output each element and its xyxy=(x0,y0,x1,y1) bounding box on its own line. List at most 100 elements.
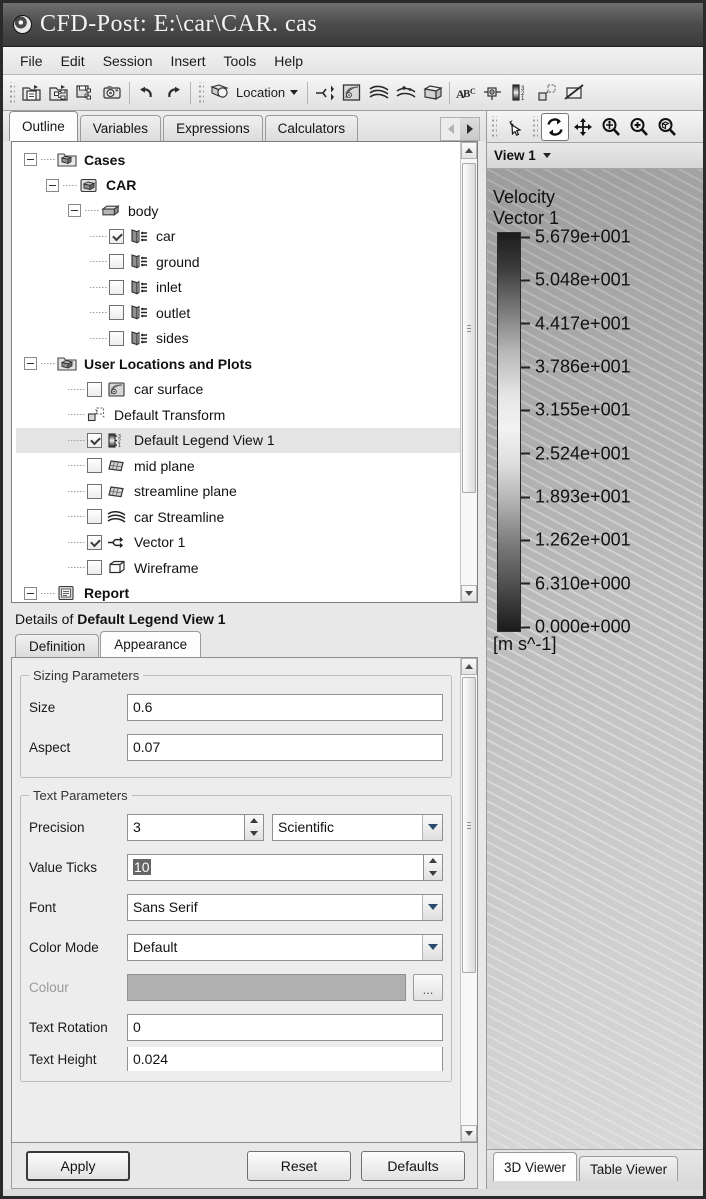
reset-button[interactable]: Reset xyxy=(247,1150,351,1181)
pan-icon[interactable] xyxy=(569,113,597,141)
outline-tree[interactable]: Cases CAR body car ground inlet outlet sides Use… xyxy=(12,142,460,602)
tab-3d-viewer[interactable]: 3D Viewer xyxy=(493,1152,578,1181)
tab-appearance[interactable]: Appearance xyxy=(100,631,202,657)
snapshot-camera-icon[interactable] xyxy=(99,79,126,106)
tree-item-default-transform[interactable]: Default Transform xyxy=(16,402,460,428)
tree-item-ground[interactable]: ground xyxy=(16,249,460,275)
dropdown-font[interactable]: Sans Serif xyxy=(127,893,443,921)
instancing-transform-icon[interactable] xyxy=(534,79,561,106)
tree-item-streamline-plane[interactable]: streamline plane xyxy=(16,479,460,505)
tree-item-body[interactable]: body xyxy=(16,198,460,224)
tree-scroll-track[interactable] xyxy=(461,159,477,585)
tree-expander-minus-icon[interactable] xyxy=(24,586,37,600)
viewer-toolbar-grip[interactable] xyxy=(490,115,497,138)
view-chevron-down-icon[interactable] xyxy=(542,153,551,158)
tree-checkbox[interactable] xyxy=(87,483,102,499)
volume-icon[interactable] xyxy=(419,79,446,106)
tree-item-cases[interactable]: Cases xyxy=(16,147,460,173)
input-precision[interactable]: 3 xyxy=(127,813,245,841)
apply-button[interactable]: Apply xyxy=(26,1150,130,1181)
tree-item-wireframe[interactable]: Wireframe xyxy=(16,555,460,581)
input-value-ticks[interactable]: 10 xyxy=(127,853,424,881)
tree-item-car[interactable]: CAR xyxy=(16,173,460,199)
viewer-toolbar-grip-2[interactable] xyxy=(531,115,538,138)
input-aspect[interactable]: 0.07 xyxy=(127,733,443,761)
tree-item-mid-plane[interactable]: mid plane xyxy=(16,453,460,479)
tree-scroll-down-button[interactable] xyxy=(461,585,477,602)
tree-item-inlet[interactable]: inlet xyxy=(16,275,460,301)
tab-scroll-right-button[interactable] xyxy=(460,118,479,140)
dropdown-color-mode[interactable]: Default xyxy=(127,933,443,961)
streamline-icon[interactable] xyxy=(365,79,392,106)
tree-checkbox[interactable] xyxy=(87,458,102,474)
tree-item-sides[interactable]: sides xyxy=(16,326,460,352)
chevron-down-icon[interactable] xyxy=(290,90,299,95)
tab-expressions[interactable]: Expressions xyxy=(163,115,263,141)
spinner-up-icon[interactable] xyxy=(250,818,258,824)
particle-track-icon[interactable] xyxy=(392,79,419,106)
tree-item-vector-1[interactable]: Vector 1 xyxy=(16,530,460,556)
color-browse-button[interactable]: ... xyxy=(413,973,443,1001)
tree-checkbox[interactable] xyxy=(87,534,102,550)
tab-variables[interactable]: Variables xyxy=(79,115,162,141)
chevron-down-icon[interactable] xyxy=(422,934,442,960)
tab-table-viewer[interactable]: Table Viewer xyxy=(579,1156,679,1181)
tree-item-car-streamline[interactable]: car Streamline xyxy=(16,504,460,530)
location-dropdown[interactable]: Location xyxy=(207,80,304,106)
menu-edit[interactable]: Edit xyxy=(52,50,94,72)
tree-item-default-legend-view-1[interactable]: 3 2 1 Default Legend View 1 xyxy=(16,427,460,453)
tree-checkbox[interactable] xyxy=(109,279,124,295)
tree-item-user-locations-and-plots[interactable]: User Locations and Plots xyxy=(16,351,460,377)
spinner-value-ticks[interactable] xyxy=(424,853,443,881)
tree-checkbox[interactable] xyxy=(109,228,124,244)
rotate-icon[interactable] xyxy=(541,112,569,141)
save-state-icon[interactable] xyxy=(72,79,99,106)
3d-viewport[interactable]: Velocity Vector 1 5.679e+001 5.048e+001 4.… xyxy=(487,169,703,1149)
dropdown-number-format[interactable]: Scientific xyxy=(272,813,443,841)
legend-icon[interactable]: 3 2 1 xyxy=(507,79,534,106)
load-state-icon[interactable] xyxy=(45,79,72,106)
view-selector-bar[interactable]: View 1 xyxy=(487,143,703,169)
spinner-down-icon[interactable] xyxy=(250,830,258,836)
spinner-precision[interactable] xyxy=(245,813,264,841)
color-swatch-colour[interactable] xyxy=(127,973,406,1001)
tree-checkbox[interactable] xyxy=(87,509,102,525)
tree-checkbox[interactable] xyxy=(109,254,124,270)
details-scroll-track[interactable] xyxy=(461,675,477,1125)
menu-insert[interactable]: Insert xyxy=(162,50,215,72)
tree-expander-minus-icon[interactable] xyxy=(46,178,59,192)
contour-icon[interactable] xyxy=(338,79,365,106)
menu-file[interactable]: File xyxy=(11,50,52,72)
coordinate-frame-icon[interactable] xyxy=(480,79,507,106)
tree-checkbox[interactable] xyxy=(109,305,124,321)
tree-expander-minus-icon[interactable] xyxy=(68,204,81,218)
tab-scroll-left-button[interactable] xyxy=(441,118,460,140)
redo-icon[interactable] xyxy=(160,79,187,106)
tree-checkbox[interactable] xyxy=(87,381,102,397)
tree-scroll-up-button[interactable] xyxy=(461,142,477,159)
chevron-down-icon[interactable] xyxy=(422,894,442,920)
tree-expander-minus-icon[interactable] xyxy=(24,357,37,371)
menu-tools[interactable]: Tools xyxy=(215,50,266,72)
spinner-down-icon[interactable] xyxy=(429,870,437,876)
clip-plane-icon[interactable] xyxy=(561,79,588,106)
fit-view-icon[interactable] xyxy=(653,113,681,141)
details-scroll-up-button[interactable] xyxy=(461,658,477,675)
text-abc-icon[interactable]: A B C xyxy=(453,79,480,106)
tree-checkbox[interactable] xyxy=(87,560,102,576)
input-size[interactable]: 0.6 xyxy=(127,693,443,721)
tree-item-outlet[interactable]: outlet xyxy=(16,300,460,326)
tree-expander-minus-icon[interactable] xyxy=(24,153,37,167)
tree-item-car-surface[interactable]: car surface xyxy=(16,377,460,403)
toolbar-grip-2[interactable] xyxy=(197,81,204,104)
tree-checkbox[interactable] xyxy=(109,330,124,346)
details-scrollbar[interactable] xyxy=(460,658,477,1142)
input-text-rotation[interactable]: 0 xyxy=(127,1013,443,1041)
zoom-in-icon[interactable] xyxy=(625,113,653,141)
tab-definition[interactable]: Definition xyxy=(15,634,100,657)
undo-icon[interactable] xyxy=(133,79,160,106)
spinner-up-icon[interactable] xyxy=(429,858,437,864)
details-scroll-down-button[interactable] xyxy=(461,1125,477,1142)
defaults-button[interactable]: Defaults xyxy=(361,1150,465,1181)
toolbar-grip[interactable] xyxy=(8,81,15,104)
